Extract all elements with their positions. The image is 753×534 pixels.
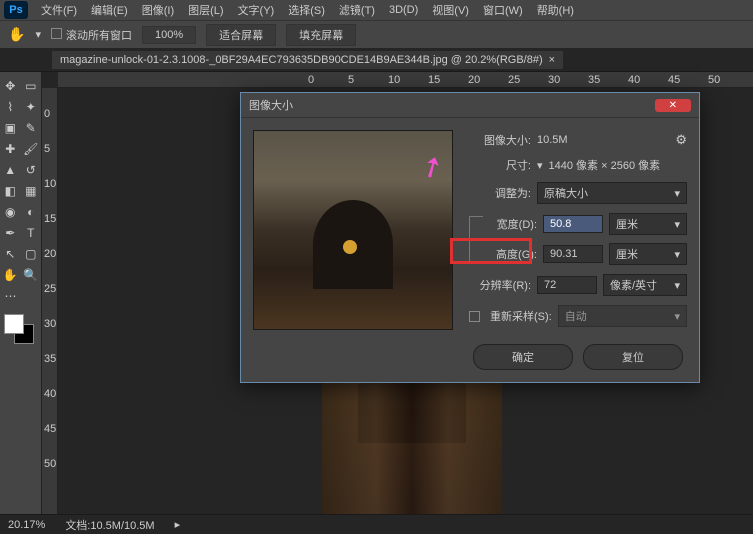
height-label: 高度(G): (485, 246, 537, 262)
ok-button[interactable]: 确定 (473, 344, 573, 370)
status-zoom[interactable]: 20.17% (8, 519, 45, 531)
dimensions-value: 1440 像素 × 2560 像素 (549, 157, 661, 173)
marquee-tool[interactable]: ▭ (21, 75, 42, 96)
eyedropper-tool[interactable]: ✎ (21, 117, 42, 138)
dimensions-label: 尺寸: (469, 157, 531, 173)
hand-tool[interactable]: ✋ (0, 264, 21, 285)
move-tool[interactable]: ✥ (0, 75, 21, 96)
adjust-label: 调整为: (469, 185, 531, 201)
menu-select[interactable]: 选择(S) (281, 2, 332, 18)
path-tool[interactable]: ↖ (0, 243, 21, 264)
close-icon[interactable]: × (549, 54, 555, 66)
color-swatches[interactable] (4, 314, 34, 344)
preview-thumbnail (253, 130, 453, 330)
ruler-horizontal: 05101520253035404550 (58, 72, 753, 88)
gradient-tool[interactable]: ▦ (21, 180, 42, 201)
ruler-vertical: 05101520253035404550 (42, 88, 58, 514)
menu-window[interactable]: 窗口(W) (476, 2, 530, 18)
hand-tool-icon: ✋ (8, 26, 25, 43)
chevron-down-icon: ▾ (674, 279, 680, 292)
resample-select: 自动▾ (558, 305, 687, 327)
close-button[interactable]: ✕ (655, 99, 691, 112)
crop-tool[interactable]: ▣ (0, 117, 21, 138)
status-bar: 20.17% 文档:10.5M/10.5M ▸ (0, 514, 753, 534)
gear-icon[interactable]: ⚙ (675, 132, 687, 148)
fill-screen-button[interactable]: 填充屏幕 (286, 24, 356, 46)
stamp-tool[interactable]: ▲ (0, 159, 21, 180)
type-tool[interactable]: T (21, 222, 42, 243)
tab-label: magazine-unlock-01-2.3.1008-_0BF29A4EC79… (60, 54, 543, 66)
chevron-down-icon: ▾ (674, 187, 680, 200)
fit-screen-button[interactable]: 适合屏幕 (206, 24, 276, 46)
chevron-down-icon: ▾ (674, 310, 680, 323)
menu-help[interactable]: 帮助(H) (530, 2, 581, 18)
menu-filter[interactable]: 滤镜(T) (332, 2, 382, 18)
zoom-100-button[interactable]: 100% (142, 26, 196, 44)
adjust-select[interactable]: 原稿大小▾ (537, 182, 687, 204)
menu-edit[interactable]: 编辑(E) (84, 2, 135, 18)
menu-3d[interactable]: 3D(D) (382, 4, 425, 16)
app-logo: Ps (4, 1, 28, 19)
eraser-tool[interactable]: ◧ (0, 180, 21, 201)
reset-button[interactable]: 复位 (583, 344, 683, 370)
dodge-tool[interactable]: ◐ (21, 201, 42, 222)
document-tabs: magazine-unlock-01-2.3.1008-_0BF29A4EC79… (0, 48, 753, 72)
wand-tool[interactable]: ✦ (21, 96, 42, 117)
scroll-all-checkbox[interactable]: 滚动所有窗口 (51, 27, 132, 43)
chevron-right-icon[interactable]: ▸ (175, 518, 181, 531)
options-bar: ✋ ▾ 滚动所有窗口 100% 适合屏幕 填充屏幕 (0, 20, 753, 48)
resample-checkbox[interactable] (469, 311, 480, 322)
height-unit-select[interactable]: 厘米▾ (609, 243, 687, 265)
shape-tool[interactable]: ▢ (21, 243, 42, 264)
tools-panel: ✥▭ ⌇✦ ▣✎ ✚🖌 ▲↺ ◧▦ ◉◐ ✒T ↖▢ ✋🔍 ⋯ (0, 72, 42, 514)
width-input[interactable]: 50.8 (543, 215, 603, 233)
pen-tool[interactable]: ✒ (0, 222, 21, 243)
image-size-label: 图像大小: (469, 132, 531, 148)
link-icon[interactable] (469, 216, 483, 262)
chevron-down-icon: ▾ (674, 248, 680, 261)
heal-tool[interactable]: ✚ (0, 138, 21, 159)
blur-tool[interactable]: ◉ (0, 201, 21, 222)
width-label: 宽度(D): (485, 216, 537, 232)
image-size-dialog: 图像大小 ✕ 图像大小: 10.5M ⚙ 尺寸: ▾ 1440 像素 × 256… (240, 92, 700, 383)
history-brush-tool[interactable]: ↺ (21, 159, 42, 180)
resample-label: 重新采样(S): (490, 308, 552, 324)
resolution-unit-select[interactable]: 像素/英寸▾ (603, 274, 687, 296)
status-doc: 文档:10.5M/10.5M (65, 517, 154, 533)
image-size-value: 10.5M (537, 134, 568, 146)
menu-bar: Ps 文件(F) 编辑(E) 图像(I) 图层(L) 文字(Y) 选择(S) 滤… (0, 0, 753, 20)
chevron-down-icon[interactable]: ▾ (537, 159, 543, 172)
chevron-down-icon[interactable]: ▾ (35, 28, 41, 41)
height-input[interactable]: 90.31 (543, 245, 603, 263)
zoom-tool[interactable]: 🔍 (21, 264, 42, 285)
edit-toolbar[interactable]: ⋯ (0, 285, 21, 306)
menu-view[interactable]: 视图(V) (425, 2, 476, 18)
resolution-input[interactable]: 72 (537, 276, 597, 294)
width-unit-select[interactable]: 厘米▾ (609, 213, 687, 235)
chevron-down-icon: ▾ (674, 218, 680, 231)
menu-layer[interactable]: 图层(L) (181, 2, 230, 18)
document-tab[interactable]: magazine-unlock-01-2.3.1008-_0BF29A4EC79… (52, 51, 563, 69)
dialog-titlebar[interactable]: 图像大小 ✕ (241, 93, 699, 118)
brush-tool[interactable]: 🖌 (21, 138, 42, 159)
menu-file[interactable]: 文件(F) (34, 2, 84, 18)
menu-image[interactable]: 图像(I) (135, 2, 181, 18)
lasso-tool[interactable]: ⌇ (0, 96, 21, 117)
resolution-label: 分辨率(R): (469, 277, 531, 293)
menu-type[interactable]: 文字(Y) (231, 2, 282, 18)
dialog-title: 图像大小 (249, 97, 293, 113)
